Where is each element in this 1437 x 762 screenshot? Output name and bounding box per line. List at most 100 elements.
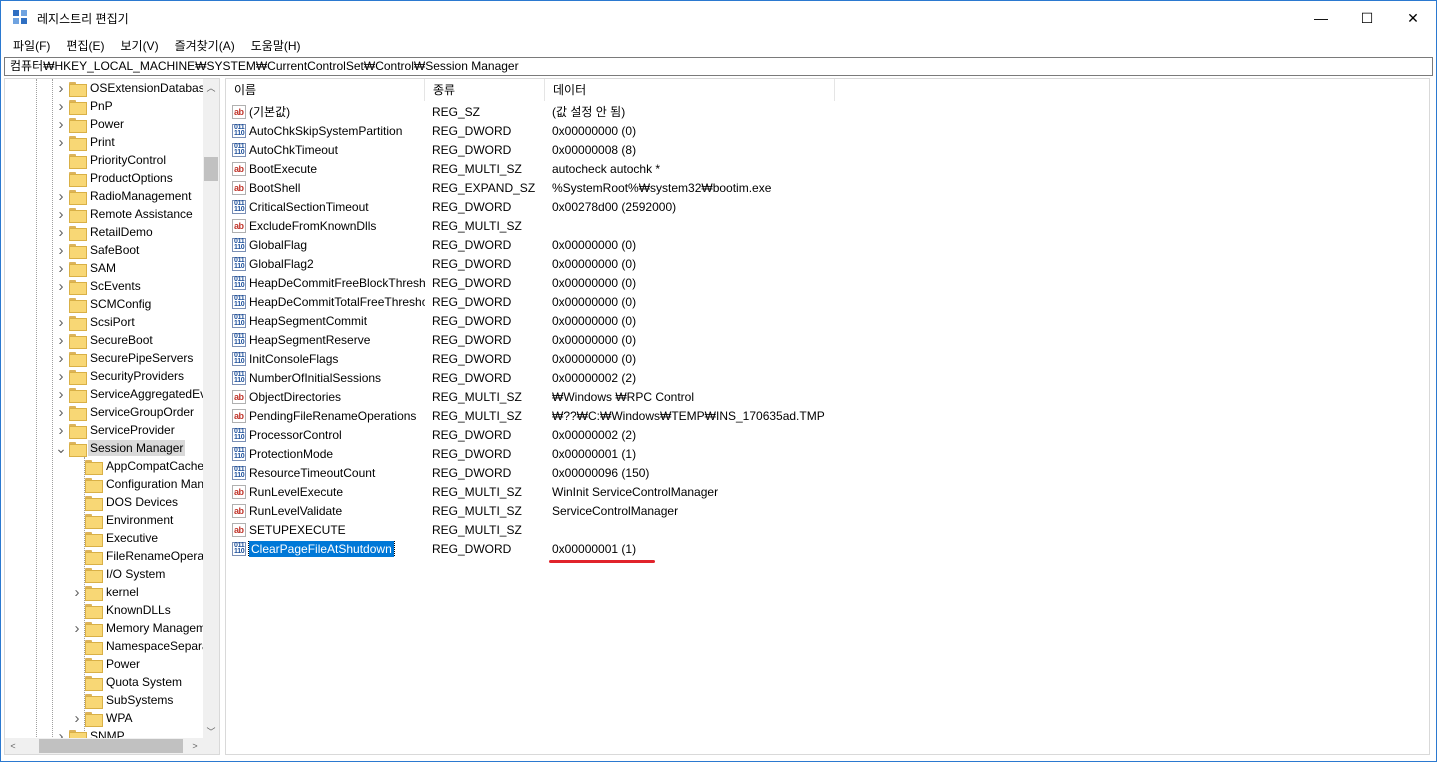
tree-item[interactable]: Configuration Manager <box>71 475 205 493</box>
value-row[interactable]: ab RunLevelValidate REG_MULTI_SZ ServiceCon… <box>226 501 1126 520</box>
chevron-right-icon[interactable]: › <box>55 115 67 133</box>
chevron-right-icon[interactable]: › <box>55 187 67 205</box>
tree-item[interactable]: DOS Devices <box>71 493 180 511</box>
tree-horizontal-scrollbar[interactable]: < > <box>5 738 219 754</box>
chevron-right-icon[interactable]: › <box>71 709 83 727</box>
chevron-right-icon[interactable]: › <box>55 277 67 295</box>
scroll-left-icon[interactable]: < <box>5 738 21 754</box>
chevron-right-icon[interactable]: › <box>55 403 67 421</box>
tree-item[interactable]: SCMConfig <box>55 295 153 313</box>
tree-item[interactable]: › Remote Assistance <box>55 205 195 223</box>
value-row[interactable]: 011 110 HeapDeCommitTotalFreeThreshold REG… <box>226 292 1126 311</box>
chevron-right-icon[interactable]: › <box>55 97 67 115</box>
value-row[interactable]: 011 110 AutoChkSkipSystemPartition REG_DWO… <box>226 121 1126 140</box>
tree-vscroll-thumb[interactable] <box>204 157 218 181</box>
chevron-right-icon[interactable]: › <box>55 241 67 259</box>
tree-item[interactable]: › RetailDemo <box>55 223 155 241</box>
key-tree-pane[interactable]: › OSExtensionDatabase › PnP › Power › Print Prio… <box>4 78 220 755</box>
value-row[interactable]: 011 110 ProtectionMode REG_DWORD 0x00000001… <box>226 444 1126 463</box>
tree-item[interactable]: › ServiceAggregatedEvents <box>55 385 205 403</box>
menu-help[interactable]: 도움말(H) <box>243 37 309 54</box>
scroll-up-icon[interactable]: ︿ <box>203 79 219 95</box>
tree-item[interactable]: Power <box>71 655 142 673</box>
value-row[interactable]: ab SETUPEXECUTE REG_MULTI_SZ <box>226 520 1126 539</box>
chevron-right-icon[interactable]: › <box>71 619 83 637</box>
tree-item[interactable]: › ServiceGroupOrder <box>55 403 196 421</box>
values-list-pane[interactable]: 이름 종류 데이터 ab (기본값) REG_SZ (값 설정 안 됨) 011 110… <box>225 78 1430 755</box>
tree-item[interactable]: KnownDLLs <box>71 601 173 619</box>
chevron-right-icon[interactable]: › <box>55 367 67 385</box>
value-row[interactable]: ab BootExecute REG_MULTI_SZ autocheck autoc… <box>226 159 1126 178</box>
chevron-down-icon[interactable]: ⌄ <box>55 439 67 457</box>
tree-vertical-scrollbar[interactable]: ︿ ﹀ <box>203 79 219 739</box>
tree-item[interactable]: › PnP <box>55 97 115 115</box>
value-row[interactable]: 011 110 ProcessorControl REG_DWORD 0x000000… <box>226 425 1126 444</box>
chevron-right-icon[interactable]: › <box>71 583 83 601</box>
tree-item[interactable]: › SecureBoot <box>55 331 155 349</box>
value-row[interactable]: 011 110 ClearPageFileAtShutdown REG_DWORD 0… <box>226 539 1126 558</box>
chevron-right-icon[interactable]: › <box>55 259 67 277</box>
tree-item[interactable]: › WPA <box>71 709 134 727</box>
tree-hscroll-thumb[interactable] <box>39 739 183 753</box>
chevron-right-icon[interactable]: › <box>55 223 67 241</box>
tree-item[interactable]: ⌄ Session Manager <box>55 439 186 457</box>
tree-item[interactable]: › OSExtensionDatabase <box>55 79 205 97</box>
tree-item[interactable]: Quota System <box>71 673 184 691</box>
chevron-right-icon[interactable]: › <box>55 79 67 97</box>
column-header-name[interactable]: 이름 <box>226 79 425 101</box>
tree-item[interactable]: › kernel <box>71 583 141 601</box>
address-bar[interactable]: 컴퓨터₩HKEY_LOCAL_MACHINE₩SYSTEM₩CurrentCon… <box>4 57 1433 76</box>
tree-item[interactable]: › Print <box>55 133 117 151</box>
close-button[interactable]: ✕ <box>1390 1 1436 35</box>
tree-item[interactable]: › Power <box>55 115 126 133</box>
chevron-right-icon[interactable]: › <box>55 313 67 331</box>
tree-item[interactable]: FileRenameOperations <box>71 547 205 565</box>
chevron-right-icon[interactable]: › <box>55 421 67 439</box>
value-row[interactable]: 011 110 GlobalFlag REG_DWORD 0x00000000 (0) <box>226 235 1126 254</box>
value-row[interactable]: 011 110 HeapSegmentCommit REG_DWORD 0x00000… <box>226 311 1126 330</box>
minimize-button[interactable]: — <box>1298 1 1344 35</box>
value-row[interactable]: ab (기본값) REG_SZ (값 설정 안 됨) <box>226 102 1126 121</box>
tree-item[interactable]: › ServiceProvider <box>55 421 177 439</box>
title-bar[interactable]: 레지스트리 편집기 — ☐ ✕ <box>1 1 1436 35</box>
value-row[interactable]: 011 110 ResourceTimeoutCount REG_DWORD 0x00… <box>226 463 1126 482</box>
value-row[interactable]: 011 110 AutoChkTimeout REG_DWORD 0x00000008… <box>226 140 1126 159</box>
tree-item[interactable]: › RadioManagement <box>55 187 193 205</box>
tree-item[interactable]: › Memory Management <box>71 619 205 637</box>
value-row[interactable]: ab RunLevelExecute REG_MULTI_SZ WinInit Ser… <box>226 482 1126 501</box>
scroll-down-icon[interactable]: ﹀ <box>203 723 219 739</box>
chevron-right-icon[interactable]: › <box>55 349 67 367</box>
column-header-type[interactable]: 종류 <box>425 79 545 101</box>
tree-item[interactable]: PriorityControl <box>55 151 168 169</box>
tree-item[interactable]: Environment <box>71 511 175 529</box>
menu-view[interactable]: 보기(V) <box>112 37 166 54</box>
tree-item[interactable]: › SAM <box>55 259 118 277</box>
menu-file[interactable]: 파일(F) <box>5 37 58 54</box>
value-row[interactable]: ab BootShell REG_EXPAND_SZ %SystemRoot%₩sys… <box>226 178 1126 197</box>
value-row[interactable]: ab ExcludeFromKnownDlls REG_MULTI_SZ <box>226 216 1126 235</box>
value-row[interactable]: ab PendingFileRenameOperations REG_MULTI_S… <box>226 406 1126 425</box>
tree-item[interactable]: Executive <box>71 529 160 547</box>
value-row[interactable]: 011 110 HeapSegmentReserve REG_DWORD 0x0000… <box>226 330 1126 349</box>
chevron-right-icon[interactable]: › <box>55 205 67 223</box>
chevron-right-icon[interactable]: › <box>55 385 67 403</box>
menu-favorites[interactable]: 즐겨찾기(A) <box>167 37 243 54</box>
tree-item[interactable]: SubSystems <box>71 691 175 709</box>
menu-edit[interactable]: 편집(E) <box>58 37 112 54</box>
value-row[interactable]: 011 110 HeapDeCommitFreeBlockThreshold REG… <box>226 273 1126 292</box>
tree-item[interactable]: NamespaceSeparation <box>71 637 205 655</box>
value-row[interactable]: ab ObjectDirectories REG_MULTI_SZ ₩Windows … <box>226 387 1126 406</box>
value-row[interactable]: 011 110 InitConsoleFlags REG_DWORD 0x000000… <box>226 349 1126 368</box>
column-header-data[interactable]: 데이터 <box>545 79 835 101</box>
maximize-button[interactable]: ☐ <box>1344 1 1390 35</box>
value-row[interactable]: 011 110 NumberOfInitialSessions REG_DWORD 0… <box>226 368 1126 387</box>
value-row[interactable]: 011 110 CriticalSectionTimeout REG_DWORD 0x… <box>226 197 1126 216</box>
scroll-right-icon[interactable]: > <box>187 738 203 754</box>
tree-item[interactable]: › ScEvents <box>55 277 143 295</box>
chevron-right-icon[interactable]: › <box>55 331 67 349</box>
tree-item[interactable]: I/O System <box>71 565 167 583</box>
value-row[interactable]: 011 110 GlobalFlag2 REG_DWORD 0x00000000 (0… <box>226 254 1126 273</box>
tree-item[interactable]: › SafeBoot <box>55 241 141 259</box>
tree-item[interactable]: › ScsiPort <box>55 313 137 331</box>
tree-item[interactable]: › SecurePipeServers <box>55 349 195 367</box>
